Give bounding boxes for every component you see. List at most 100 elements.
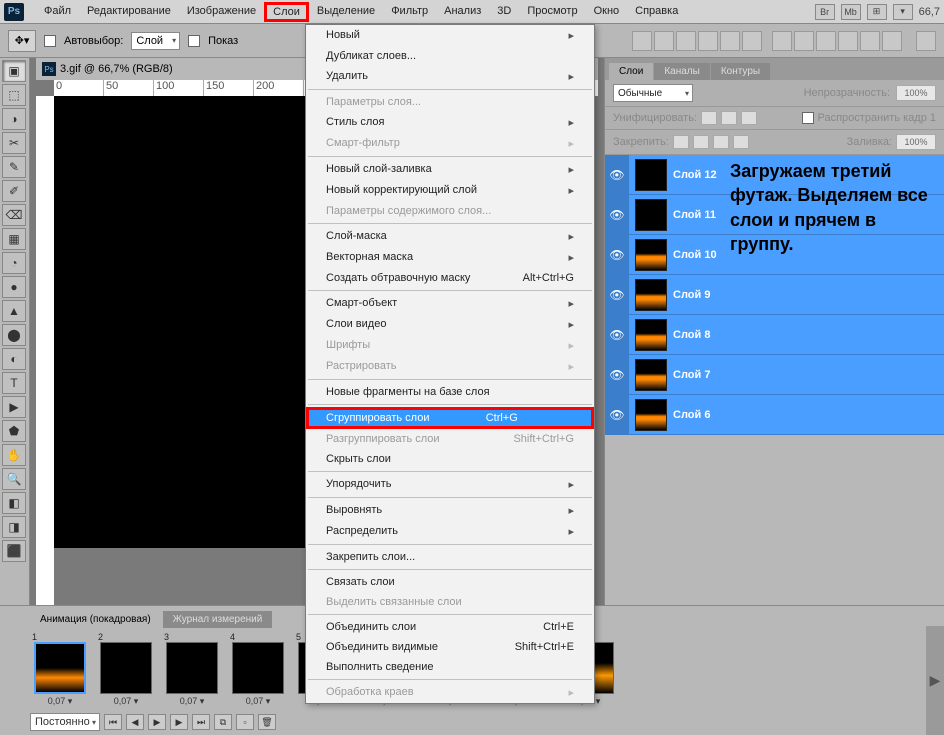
menuitem[interactable]: Связать слои [306,572,594,592]
visibility-icon[interactable]: 👁 [605,315,629,355]
menu-выделение[interactable]: Выделение [309,2,383,22]
opacity-input[interactable]: 100% [896,85,936,101]
autoselect-checkbox[interactable] [44,35,56,47]
tool-17[interactable]: 🔍 [2,468,26,490]
menu-файл[interactable]: Файл [36,2,79,22]
visibility-icon[interactable]: 👁 [605,275,629,315]
menuitem[interactable]: Выполнить сведение [306,657,594,677]
menuitem[interactable]: Выровнять [306,500,594,521]
menu-просмотр[interactable]: Просмотр [519,2,585,22]
menuitem[interactable]: Объединить видимыеShift+Ctrl+E [306,637,594,657]
align-icon[interactable] [816,31,836,51]
menu-редактирование[interactable]: Редактирование [79,2,179,22]
tool-13[interactable]: T [2,372,26,394]
last-frame-button[interactable]: ⏭ [192,714,210,730]
menuitem[interactable]: Объединить слоиCtrl+E [306,617,594,637]
tool-9[interactable]: ● [2,276,26,298]
tool-7[interactable]: ▦ [2,228,26,250]
3d-icon[interactable] [916,31,936,51]
tool-3[interactable]: ✂ [2,132,26,154]
bridge-button[interactable]: Br [815,4,835,20]
align-icon[interactable] [838,31,858,51]
lock-icon[interactable] [733,135,749,149]
tool-1[interactable]: ⬚ [2,84,26,106]
tool-20[interactable]: ⬛ [2,540,26,562]
align-icon[interactable] [698,31,718,51]
unify-icon[interactable] [721,111,737,125]
menuitem[interactable]: Скрыть слои [306,449,594,469]
visibility-icon[interactable]: 👁 [605,155,629,195]
align-icon[interactable] [882,31,902,51]
align-icon[interactable] [742,31,762,51]
align-icon[interactable] [654,31,674,51]
scroll-right-button[interactable]: ▶ [926,626,944,735]
new-frame-button[interactable]: ▫ [236,714,254,730]
unify-icon[interactable] [741,111,757,125]
tool-10[interactable]: ▲ [2,300,26,322]
menu-слои[interactable]: Слои [264,2,309,22]
tool-0[interactable]: ▣ [2,60,26,82]
tool-4[interactable]: ✎ [2,156,26,178]
unify-icon[interactable] [701,111,717,125]
visibility-icon[interactable]: 👁 [605,395,629,435]
blend-mode-select[interactable]: Обычные [613,84,693,102]
menuitem[interactable]: Смарт-объект [306,293,594,314]
layer-row[interactable]: 👁Слой 8 [605,315,944,355]
menuitem[interactable]: Закрепить слои... [306,547,594,567]
layer-row[interactable]: 👁Слой 6 [605,395,944,435]
menuitem[interactable]: Сгруппировать слоиCtrl+G [306,407,594,429]
tween-button[interactable]: ⧉ [214,714,232,730]
frame[interactable]: 20,07 ▾ [96,632,156,707]
menu-анализ[interactable]: Анализ [436,2,489,22]
menuitem[interactable]: Дубликат слоев... [306,46,594,66]
propagate-checkbox[interactable] [802,112,814,124]
align-icon[interactable] [794,31,814,51]
frame[interactable]: 40,07 ▾ [228,632,288,707]
next-frame-button[interactable]: ▶ [170,714,188,730]
canvas[interactable] [54,96,324,548]
move-tool-icon[interactable]: ✥▾ [8,30,36,52]
visibility-icon[interactable]: 👁 [605,355,629,395]
visibility-icon[interactable]: 👁 [605,195,629,235]
show-transform-checkbox[interactable] [188,35,200,47]
align-icon[interactable] [632,31,652,51]
tool-8[interactable]: ◔ [2,252,26,274]
arrange-icon[interactable]: ▾ [893,4,913,20]
loop-select[interactable]: Постоянно [30,713,100,731]
menuitem[interactable]: Новый слой-заливка [306,159,594,180]
menuitem[interactable]: Стиль слоя [306,112,594,133]
visibility-icon[interactable]: 👁 [605,235,629,275]
frame[interactable]: 30,07 ▾ [162,632,222,707]
menu-фильтр[interactable]: Фильтр [383,2,436,22]
menuitem[interactable]: Создать обтравочную маскуAlt+Ctrl+G [306,268,594,288]
menu-окно[interactable]: Окно [586,2,628,22]
first-frame-button[interactable]: ⏮ [104,714,122,730]
tool-12[interactable]: ◐ [2,348,26,370]
fill-input[interactable]: 100% [896,134,936,150]
menuitem[interactable]: Слои видео [306,314,594,335]
align-icon[interactable] [860,31,880,51]
lock-icon[interactable] [693,135,709,149]
mb-button[interactable]: Mb [841,4,861,20]
menuitem[interactable]: Удалить [306,66,594,87]
menu-справка[interactable]: Справка [627,2,686,22]
menuitem[interactable]: Новые фрагменты на базе слоя [306,382,594,402]
align-icon[interactable] [772,31,792,51]
lock-icon[interactable] [673,135,689,149]
menuitem[interactable]: Распределить [306,521,594,542]
menuitem[interactable]: Упорядочить [306,474,594,495]
tool-6[interactable]: ⌫ [2,204,26,226]
tool-5[interactable]: ✐ [2,180,26,202]
menu-изображение[interactable]: Изображение [179,2,264,22]
menuitem[interactable]: Новый корректирующий слой [306,180,594,201]
tab-animation[interactable]: Анимация (покадровая) [30,611,161,628]
tool-14[interactable]: ▶ [2,396,26,418]
tool-11[interactable]: ⬤ [2,324,26,346]
tab-measurements[interactable]: Журнал измерений [163,611,273,628]
tool-19[interactable]: ◨ [2,516,26,538]
panel-tab[interactable]: Слои [609,63,653,80]
menu-3d[interactable]: 3D [489,2,519,22]
tool-15[interactable]: ⬟ [2,420,26,442]
autoselect-target[interactable]: Слой [131,32,180,50]
layer-row[interactable]: 👁Слой 7 [605,355,944,395]
